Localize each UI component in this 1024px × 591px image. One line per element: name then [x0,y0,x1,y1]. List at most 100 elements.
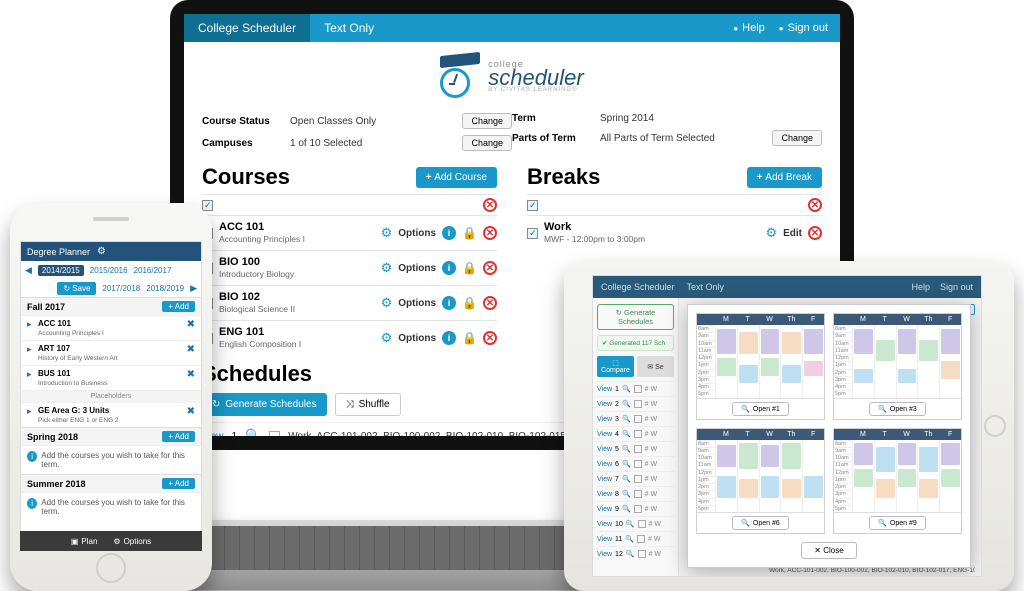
event-block[interactable] [919,479,938,497]
event-block[interactable] [854,469,873,487]
options-link[interactable]: Options [398,228,436,239]
info-icon[interactable]: i [442,261,456,275]
event-block[interactable] [876,340,895,362]
view-link[interactable]: View [597,401,612,408]
view-link[interactable]: View [597,446,612,453]
magnify-icon[interactable]: 🔍 [626,520,635,528]
delete-icon[interactable]: ✕ [483,331,497,345]
info-icon[interactable]: i [442,331,456,345]
chevron-icon[interactable]: ▸ [27,369,35,387]
change-campuses[interactable]: Change [462,135,512,151]
add-break-button[interactable]: Add Break [747,167,822,188]
signout-link[interactable]: Sign out [779,22,828,34]
shuffle-button[interactable]: Shuffle [335,393,401,416]
lock-icon[interactable]: 🔒 [462,331,477,345]
event-block[interactable] [804,329,823,354]
magnify-icon[interactable]: 🔍 [625,535,634,543]
change-parts[interactable]: Change [772,130,822,146]
event-block[interactable] [854,443,873,465]
magnify-icon[interactable]: 🔍 [622,385,631,393]
row-checkbox[interactable] [634,430,642,438]
remove-icon[interactable]: ✖ [187,344,195,362]
send-button[interactable]: ✉ Se [637,356,674,377]
year-option[interactable]: 2015/2016 [90,266,128,275]
year-option[interactable]: 2018/2019 [146,284,184,293]
magnify-icon[interactable]: 🔍 [622,475,631,483]
event-block[interactable] [782,479,801,497]
chevron-icon[interactable]: ▸ [27,319,35,337]
delete-icon[interactable]: ✕ [483,261,497,275]
event-block[interactable] [739,365,758,383]
magnify-icon[interactable]: 🔍 [622,460,631,468]
term-header-summer[interactable]: Summer 2018Add [21,474,201,492]
help-link[interactable]: Help [733,22,764,34]
event-block[interactable] [717,329,736,354]
event-block[interactable] [761,329,780,354]
footer-plan[interactable]: Plan [71,537,98,546]
open-schedule-button[interactable]: Open #1 [732,402,789,416]
break-checkbox[interactable] [527,228,538,239]
term-header-fall[interactable]: Fall 2017Add [21,297,201,315]
event-block[interactable] [898,469,917,487]
event-block[interactable] [941,469,960,487]
tab-college-scheduler[interactable]: College Scheduler [601,282,687,292]
lock-icon[interactable]: 🔒 [462,261,477,275]
tab-college-scheduler[interactable]: College Scheduler [184,14,310,42]
gear-icon[interactable]: ⚙ [381,295,393,311]
view-link[interactable]: View [597,536,612,543]
tab-text-only[interactable]: Text Only [310,14,388,42]
event-block[interactable] [898,369,917,384]
remove-icon[interactable]: ✖ [187,406,195,424]
view-link[interactable]: View [597,521,612,528]
view-link[interactable]: View [597,386,612,393]
select-all-courses[interactable] [202,200,213,211]
open-schedule-button[interactable]: Open #9 [869,516,926,530]
delete-icon[interactable]: ✕ [808,226,822,240]
options-link[interactable]: Options [398,298,436,309]
row-checkbox[interactable] [634,415,642,423]
signout-link[interactable]: Sign out [940,282,973,292]
info-icon[interactable]: i [442,226,456,240]
save-button[interactable]: Save [57,282,96,295]
event-block[interactable] [761,476,780,498]
event-block[interactable] [782,443,801,468]
magnify-icon[interactable]: 🔍 [622,505,631,513]
row-checkbox[interactable] [634,505,642,513]
remove-icon[interactable]: ✖ [187,369,195,387]
delete-icon[interactable]: ✕ [483,296,497,310]
help-link[interactable]: Help [911,282,930,292]
delete-all-courses-icon[interactable]: ✕ [483,198,497,212]
add-button[interactable]: Add [162,431,195,442]
event-block[interactable] [941,329,960,354]
chevron-icon[interactable]: ▸ [27,344,35,362]
event-block[interactable] [919,447,938,472]
magnify-icon[interactable]: 🔍 [622,445,631,453]
event-block[interactable] [717,445,736,467]
schedule-checkbox[interactable] [269,431,280,437]
change-course-status[interactable]: Change [462,113,512,129]
magnify-icon[interactable]: 🔍 [622,415,631,423]
compare-button[interactable]: ⬚ Compare [597,356,634,377]
event-block[interactable] [919,340,938,362]
open-schedule-button[interactable]: Open #6 [732,516,789,530]
options-link[interactable]: Options [398,263,436,274]
year-option[interactable]: 2016/2017 [134,266,172,275]
gear-icon[interactable]: ⚙ [97,246,106,257]
magnify-icon[interactable]: 🔍 [622,400,631,408]
year-option[interactable]: 2014/2015 [38,265,84,276]
event-block[interactable] [854,369,873,384]
event-block[interactable] [782,365,801,383]
event-block[interactable] [898,329,917,354]
year-option[interactable]: 2017/2018 [102,284,140,293]
event-block[interactable] [941,443,960,465]
event-block[interactable] [782,332,801,354]
event-block[interactable] [941,361,960,379]
gear-icon[interactable]: ⚙ [381,225,393,241]
term-header-spring[interactable]: Spring 2018Add [21,427,201,445]
view-link[interactable]: View [597,506,612,513]
row-checkbox[interactable] [634,490,642,498]
add-button[interactable]: Add [162,478,195,489]
gear-icon[interactable]: ⚙ [381,330,393,346]
row-checkbox[interactable] [637,535,645,543]
view-link[interactable]: View [597,431,612,438]
